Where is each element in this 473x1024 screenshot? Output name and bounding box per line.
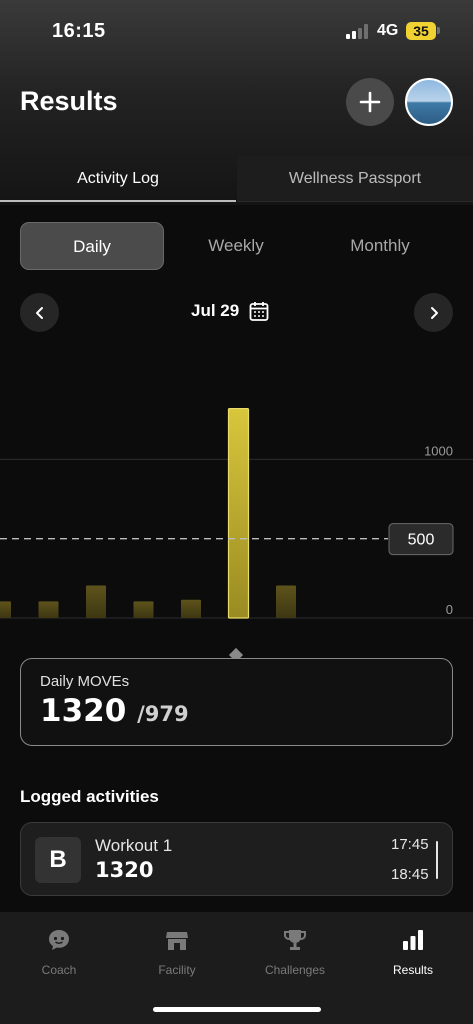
y-tick-label: 1000 — [424, 443, 453, 458]
chart-bar-selected[interactable] — [227, 407, 250, 619]
moves-value-row: 1320 /979 — [40, 693, 189, 729]
moves-value: 1320 — [40, 693, 127, 729]
tab-activity-log[interactable]: Activity Log — [0, 156, 236, 202]
storefront-icon — [166, 932, 188, 950]
chart-bar[interactable] — [133, 601, 154, 618]
activity-item[interactable]: B Workout 1 1320 17:45 18:45 — [20, 822, 453, 896]
activity-start-time: 17:45 — [391, 836, 429, 853]
chart-bar[interactable] — [0, 601, 11, 618]
chevron-left-icon — [35, 306, 43, 319]
chart-bar[interactable] — [181, 599, 201, 618]
nav-coach-label: Coach — [41, 963, 77, 977]
trophy-icon — [284, 930, 306, 950]
avatar[interactable] — [405, 78, 453, 126]
network-type: 4G — [377, 22, 399, 39]
chart-bar[interactable] — [276, 585, 296, 618]
nav-coach[interactable]: Coach — [0, 912, 118, 992]
period-tab-weekly[interactable]: Weekly — [164, 222, 308, 270]
chart-bar[interactable] — [86, 585, 106, 618]
next-day-button[interactable] — [414, 293, 453, 332]
moves-goal: /979 — [137, 702, 189, 726]
cellular-signal-icon — [346, 24, 370, 39]
chevron-right-icon — [430, 306, 438, 319]
nav-challenges-label: Challenges — [264, 963, 326, 977]
previous-day-button[interactable] — [20, 293, 59, 332]
daily-moves-card: Daily MOVEs 1320 /979 — [20, 658, 453, 746]
nav-results[interactable]: Results — [354, 912, 472, 992]
period-tab-monthly[interactable]: Monthly — [308, 222, 452, 270]
nav-facility-label: Facility — [158, 963, 196, 977]
battery-icon: 35 — [406, 22, 436, 40]
battery-tip — [437, 27, 440, 34]
moves-bar-chart: 0 1000 500 — [0, 407, 473, 619]
y-tick-label: 0 — [446, 602, 453, 617]
nav-results-label: Results — [392, 963, 433, 977]
activity-name: Workout 1 — [95, 836, 173, 855]
calendar-icon[interactable] — [249, 301, 269, 322]
activity-badge: B — [35, 837, 81, 883]
status-bar: 16:15 4G 35 — [0, 0, 473, 64]
home-indicator — [153, 1007, 321, 1012]
chart-bar[interactable] — [38, 601, 59, 618]
bar-chart-icon — [403, 930, 423, 950]
activity-moves: 1320 — [95, 858, 154, 882]
nav-challenges[interactable]: Challenges — [236, 912, 354, 992]
page-title: Results — [20, 86, 118, 116]
activity-end-time: 18:45 — [391, 866, 429, 883]
selected-date[interactable]: Jul 29 — [191, 301, 239, 321]
activity-duration-bar — [436, 841, 438, 879]
goal-label: 500 — [408, 532, 435, 549]
tab-wellness-passport[interactable]: Wellness Passport — [237, 156, 473, 202]
logged-activities-title: Logged activities — [20, 787, 159, 806]
coach-chat-icon — [49, 930, 69, 950]
status-time: 16:15 — [52, 20, 106, 42]
period-tab-daily[interactable]: Daily — [20, 222, 164, 270]
nav-facility[interactable]: Facility — [118, 912, 236, 992]
main-tabs: Activity Log Wellness Passport — [0, 156, 473, 202]
add-button[interactable] — [346, 78, 394, 126]
plus-icon — [359, 91, 381, 113]
moves-card-title: Daily MOVEs — [40, 673, 130, 690]
